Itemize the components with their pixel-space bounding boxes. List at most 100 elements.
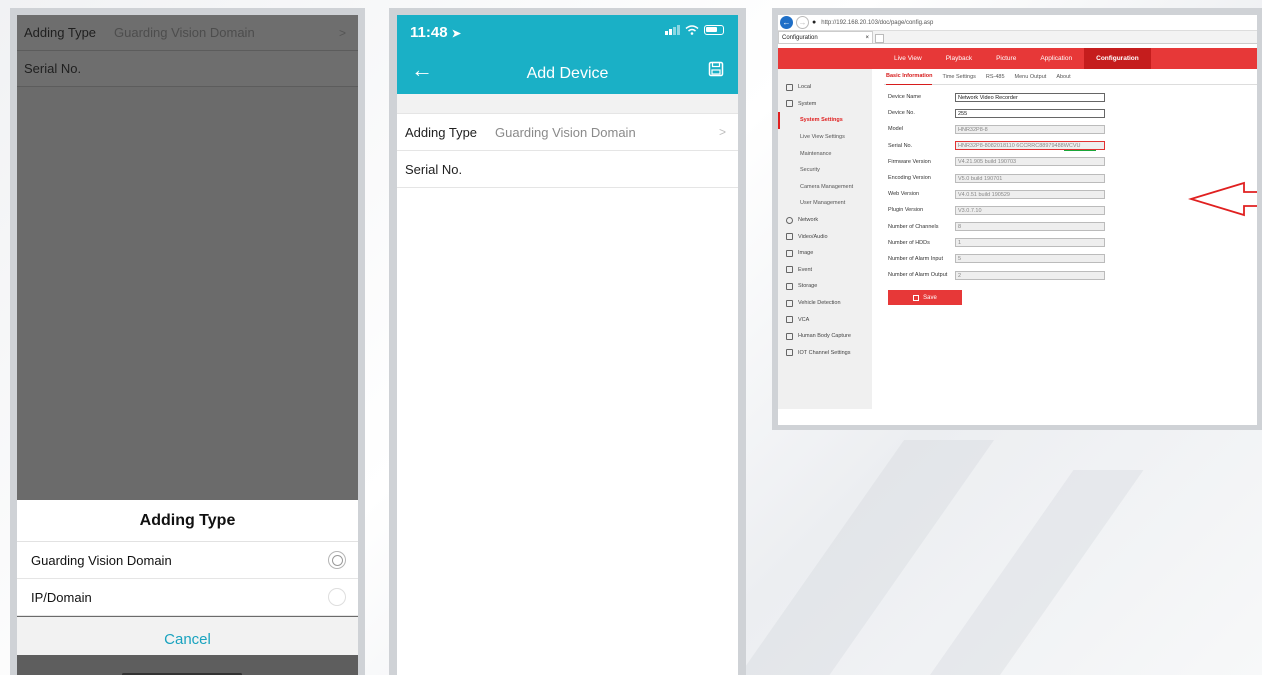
sidebar-item-local[interactable]: Local (778, 79, 872, 96)
subtab-time-settings[interactable]: Time Settings (942, 74, 975, 80)
add-device-form: Adding Type Guarding Vision Domain > Ser… (397, 113, 738, 675)
serial-no-row[interactable]: Serial No. (397, 150, 738, 187)
sidebar-item-camera-management[interactable]: Camera Management (778, 179, 872, 196)
subtab-rs485[interactable]: RS-485 (986, 74, 1005, 80)
sidebar-item-system-settings[interactable]: System Settings (778, 112, 872, 129)
subtab-about[interactable]: About (1056, 74, 1070, 80)
field-number-of-alarm-input: Number of Alarm Input 5 (884, 251, 1257, 267)
sidebar-item-user-management[interactable]: User Management (778, 195, 872, 212)
device-name-input[interactable]: Network Video Recorder (955, 92, 1105, 102)
alarm-output-value: 2 (955, 270, 1105, 280)
option-label: IP/Domain (31, 589, 92, 605)
screenshot-nvr-config: ← → ● http://192.168.20.103/doc/page/con… (772, 8, 1262, 430)
status-time: 11:48 ➤ (410, 24, 461, 41)
tab-bar: Configuration × (778, 31, 1257, 44)
save-icon[interactable] (708, 61, 724, 77)
config-main: Basic Information Time Settings RS-485 M… (872, 69, 1257, 409)
close-icon[interactable]: × (865, 35, 869, 41)
field-number-of-hdds: Number of HDDs 1 (884, 235, 1257, 251)
menu-playback[interactable]: Playback (934, 48, 984, 69)
sidebar-item-maintenance[interactable]: Maintenance (778, 145, 872, 162)
vehicle-icon (786, 299, 793, 307)
new-tab-icon[interactable] (875, 34, 884, 43)
option-guarding-vision-domain[interactable]: Guarding Vision Domain (17, 542, 358, 579)
field-label: Firmware Version (888, 158, 931, 165)
field-model: Model HNR32P8-8 (884, 121, 1257, 137)
tab-title: Configuration (782, 34, 818, 41)
chevron-right-icon: > (718, 125, 726, 139)
form-empty-area (397, 187, 738, 675)
url-text[interactable]: http://192.168.20.103/doc/page/config.as… (821, 20, 933, 26)
subtab-basic-information[interactable]: Basic Information (886, 69, 933, 85)
field-label: Model (888, 126, 903, 133)
radio-selected-icon[interactable] (328, 551, 346, 569)
app-header: 11:48 ➤ ← Add Device (397, 15, 738, 94)
sidebar-item-network[interactable]: Network (778, 212, 872, 229)
config-body: Local System System Settings Live View S… (778, 69, 1257, 409)
browser-tab[interactable]: Configuration × (778, 31, 873, 43)
field-label: Number of Alarm Input (888, 255, 944, 262)
signal-icon (665, 25, 680, 35)
monitor-icon (786, 83, 793, 91)
field-serial-no: Serial No. HNR32P8-8082018110 6CCRRC88979… (884, 138, 1257, 154)
video-audio-icon (786, 233, 793, 241)
sidebar-item-video-audio[interactable]: Video/Audio (778, 228, 872, 245)
sidebar-item-vca[interactable]: VCA (778, 311, 872, 328)
sidebar-item-image[interactable]: Image (778, 245, 872, 262)
field-label: Number of Alarm Output (888, 272, 948, 279)
serial-no-row[interactable]: Serial No. (17, 51, 358, 87)
page-title: Add Device (526, 65, 609, 82)
field-label: Number of Channels (888, 223, 939, 230)
radio-unselected-icon[interactable] (328, 588, 346, 606)
sidebar-item-iot-channel-settings[interactable]: IOT Channel Settings (778, 345, 872, 362)
back-icon[interactable]: ← (780, 16, 793, 29)
option-ip-domain[interactable]: IP/Domain (17, 579, 358, 616)
menu-live-view[interactable]: Live View (882, 48, 934, 69)
sidebar-item-event[interactable]: Event (778, 262, 872, 279)
serial-no-label: Serial No. (24, 61, 82, 76)
option-label: Guarding Vision Domain (31, 552, 172, 568)
adding-type-row[interactable]: Adding Type Guarding Vision Domain > (397, 113, 738, 150)
red-arrow-annotation (1188, 181, 1257, 217)
field-number-of-channels: Number of Channels 8 (884, 219, 1257, 235)
device-no-input[interactable]: 255 (955, 108, 1105, 118)
top-menu: Live View Playback Picture Application C… (778, 48, 1257, 69)
menu-configuration[interactable]: Configuration (1084, 48, 1151, 69)
screenshot-adding-type-sheet: Adding Type Guarding Vision Domain > Ser… (10, 8, 365, 675)
menu-picture[interactable]: Picture (984, 48, 1028, 69)
sidebar-item-storage[interactable]: Storage (778, 278, 872, 295)
field-number-of-alarm-output: Number of Alarm Output 2 (884, 267, 1257, 283)
phone-screen: 11:48 ➤ ← Add Device Adding Type Guardin… (397, 15, 738, 675)
model-value: HNR32P8-8 (955, 124, 1105, 134)
adding-type-value: Guarding Vision Domain (495, 124, 636, 140)
firmware-version-value: V4.21.905 build 190703 (955, 157, 1105, 167)
sidebar-item-security[interactable]: Security (778, 162, 872, 179)
globe-icon: ● (812, 19, 817, 26)
image-icon (786, 249, 793, 257)
battery-icon (704, 25, 724, 35)
globe-icon (786, 216, 793, 224)
sidebar-item-live-view-settings[interactable]: Live View Settings (778, 129, 872, 146)
event-icon (786, 266, 793, 274)
background-stripe (926, 470, 1144, 675)
subtab-menu-output[interactable]: Menu Output (1015, 74, 1047, 80)
chevron-right-icon: > (338, 25, 346, 40)
subtab-bar: Basic Information Time Settings RS-485 M… (884, 69, 1257, 85)
hdds-value: 1 (955, 238, 1105, 248)
sidebar-item-system[interactable]: System (778, 96, 872, 113)
vca-icon (786, 316, 793, 324)
system-icon (786, 100, 793, 108)
forward-icon[interactable]: → (796, 16, 809, 29)
save-button[interactable]: Save (888, 290, 962, 305)
channels-value: 8 (955, 222, 1105, 232)
field-device-no: Device No. 255 (884, 105, 1257, 121)
home-indicator-area (17, 655, 358, 675)
adding-type-action-sheet: Adding Type Guarding Vision Domain IP/Do… (17, 500, 358, 661)
sidebar-item-human-body-capture[interactable]: Human Body Capture (778, 328, 872, 345)
wifi-icon (685, 25, 699, 35)
menu-application[interactable]: Application (1028, 48, 1084, 69)
sidebar-item-vehicle-detection[interactable]: Vehicle Detection (778, 295, 872, 312)
config-sidebar: Local System System Settings Live View S… (778, 69, 872, 409)
adding-type-row[interactable]: Adding Type Guarding Vision Domain > (17, 15, 358, 51)
sheet-title: Adding Type (17, 500, 358, 542)
